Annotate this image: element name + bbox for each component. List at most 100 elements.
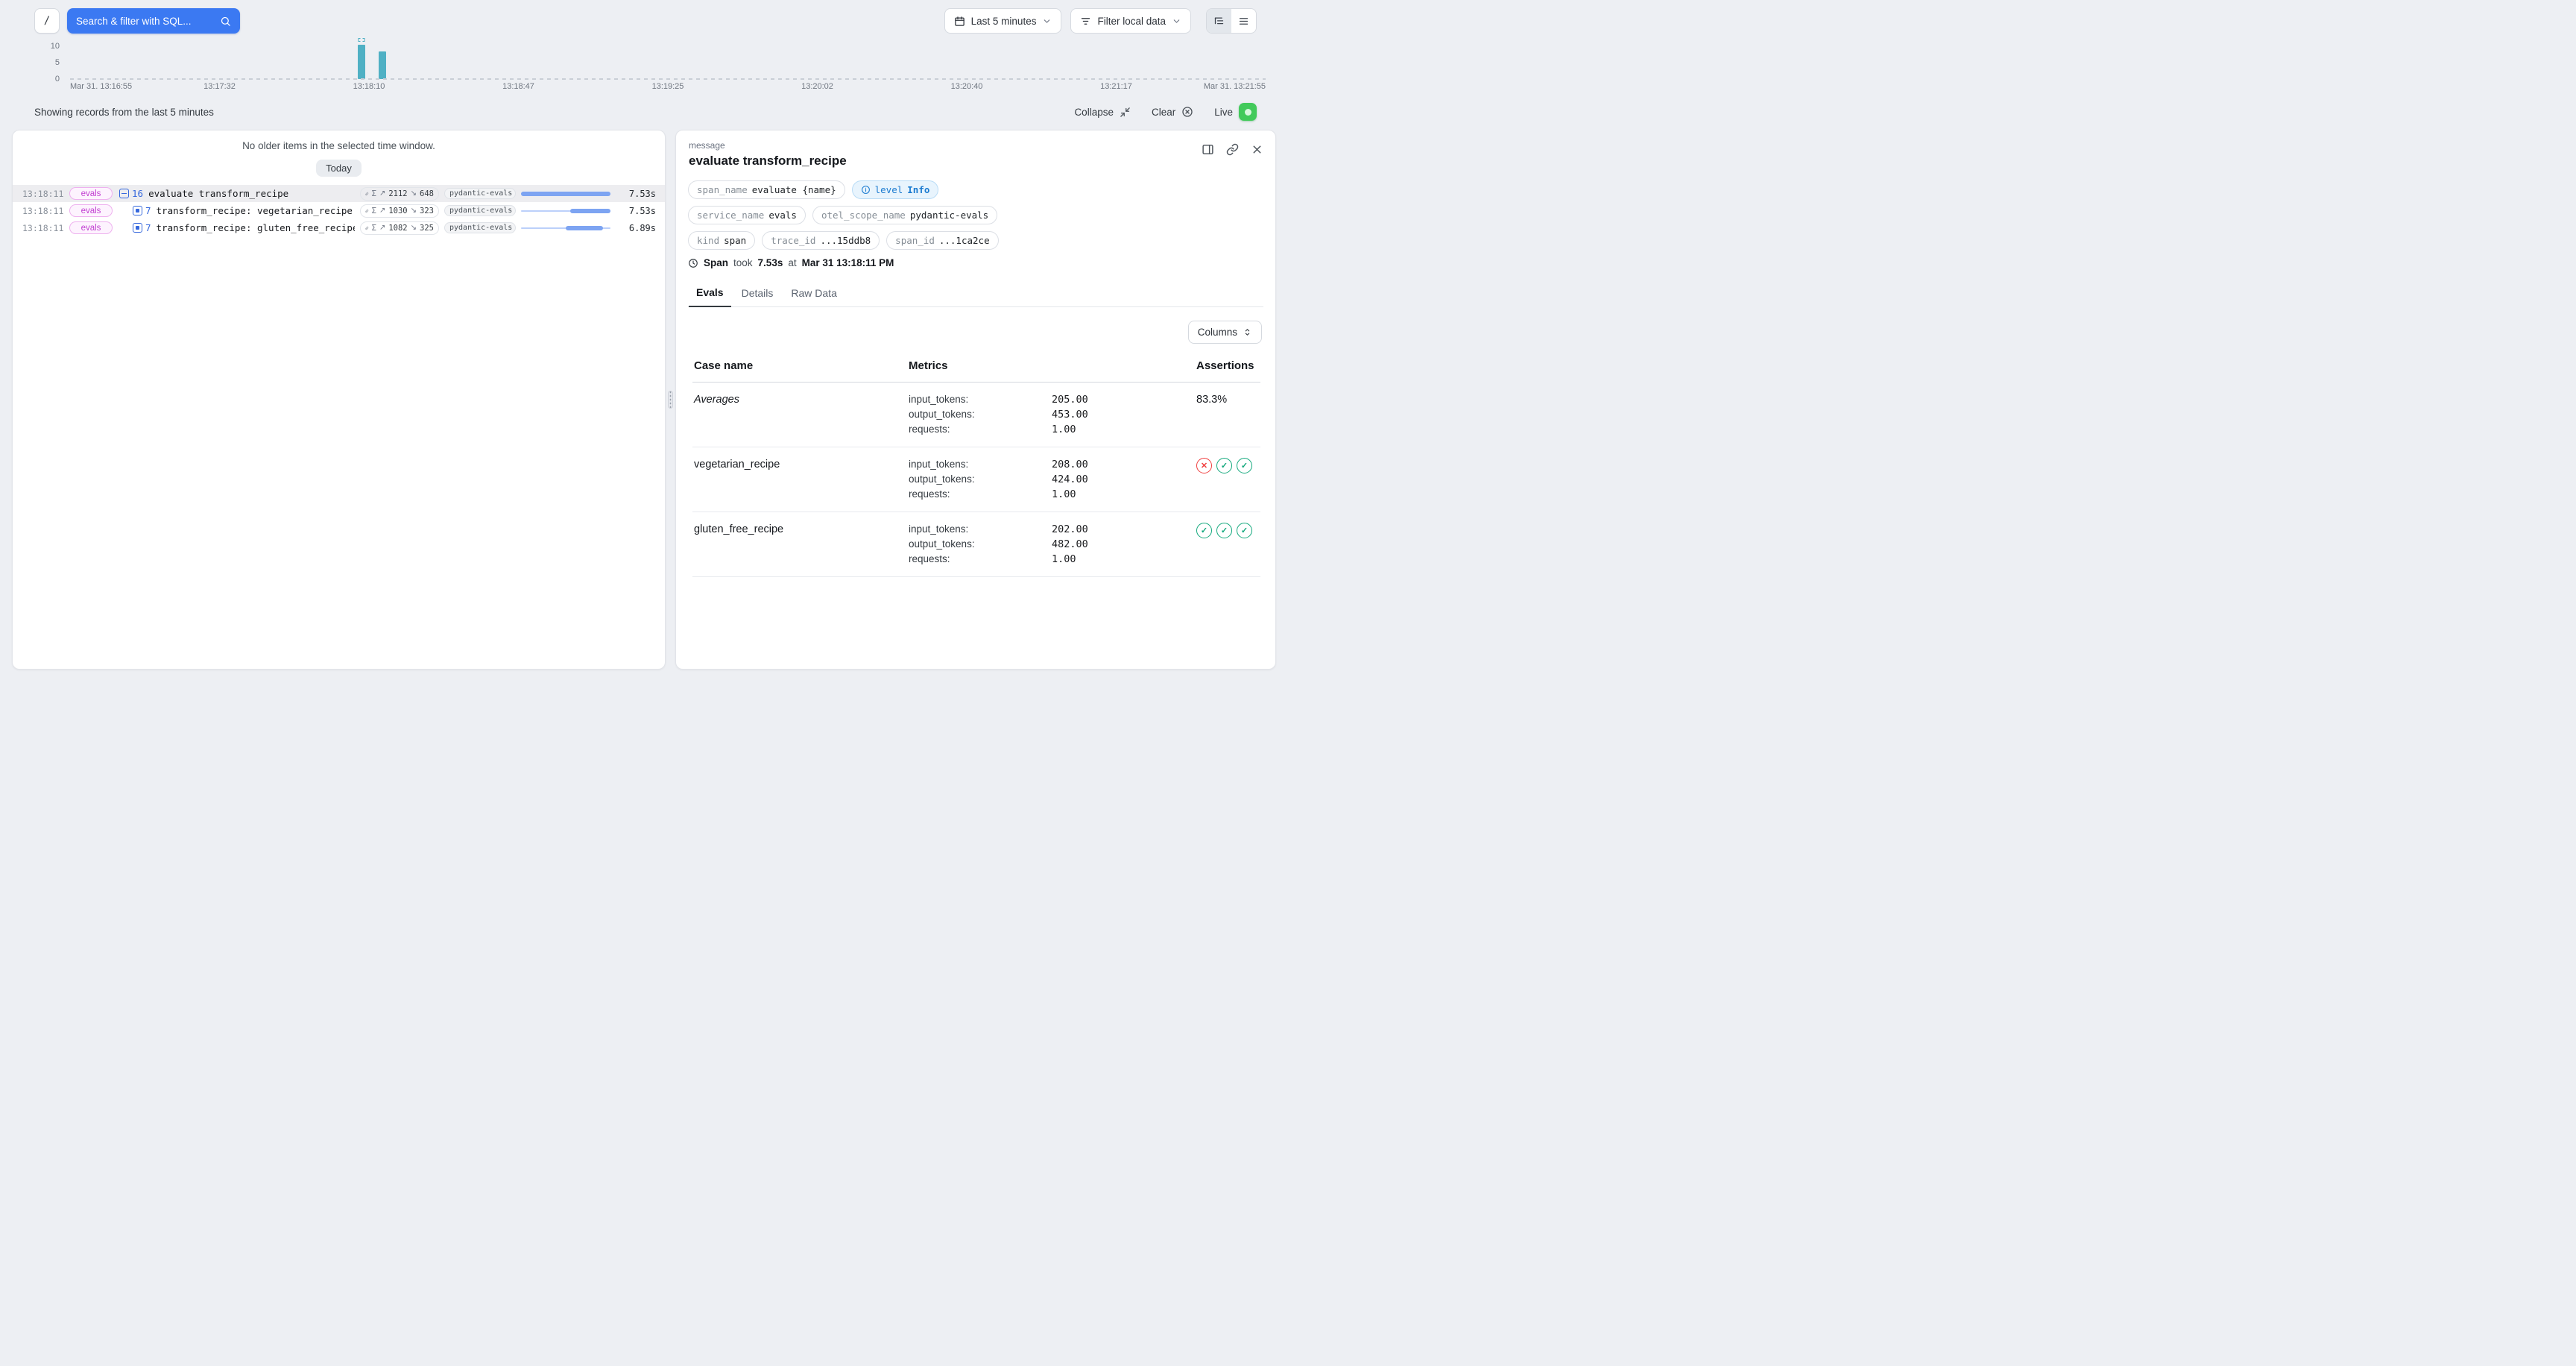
histogram-bar[interactable] <box>358 45 365 79</box>
output-tokens-count: 325 <box>420 224 434 233</box>
table-row-averages[interactable]: Averages input_tokens:205.00 output_toke… <box>692 383 1260 447</box>
tab-details[interactable]: Details <box>734 281 781 307</box>
trace-row-time: 13:18:11 <box>22 223 64 233</box>
attribute-value: evals <box>768 210 797 221</box>
live-toggle-button[interactable]: Live <box>1214 103 1257 121</box>
tree-view-icon <box>1213 16 1225 27</box>
live-indicator <box>1239 103 1257 121</box>
trace-row-time: 13:18:11 <box>22 206 64 216</box>
metric-label: requests: <box>909 552 1052 567</box>
attributes-paperclip-icon <box>365 207 369 215</box>
view-toggle <box>1206 8 1257 34</box>
calendar-icon <box>954 16 965 27</box>
activity-histogram: 10 5 0 Mar 31. 13:16:55 13:17:32 13:18:1… <box>0 42 1288 95</box>
child-count: 7 <box>145 205 151 216</box>
list-view-button[interactable] <box>1231 9 1256 33</box>
dock-panel-button[interactable] <box>1202 143 1214 156</box>
time-range-button[interactable]: Last 5 minutes <box>944 8 1062 34</box>
x-tick: 13:21:17 <box>1100 82 1132 91</box>
collapse-button[interactable]: Collapse <box>1074 107 1131 118</box>
live-dot-icon <box>1245 109 1251 116</box>
node-square-icon <box>133 206 142 215</box>
collapse-children-button[interactable]: 16 <box>119 188 143 199</box>
attribute-pill[interactable]: kind span <box>688 231 755 250</box>
trace-row[interactable]: 13:18:11 evals 16 evaluate transform_rec… <box>13 185 665 202</box>
scope-tag: pydantic-evals <box>444 205 516 216</box>
assertion-fail-icon: ✕ <box>1196 458 1212 473</box>
attribute-value: pydantic-evals <box>910 210 988 221</box>
trace-row[interactable]: 13:18:11 evals 7 transform_recipe: glute… <box>13 219 665 236</box>
assertion-pass-icon: ✓ <box>1237 523 1252 538</box>
collapse-icon <box>1120 107 1131 118</box>
column-header-case-name: Case name <box>694 359 909 372</box>
attribute-pill[interactable]: span_id ...1ca2ce <box>886 231 998 250</box>
table-row-case[interactable]: gluten_free_recipe input_tokens:202.00 o… <box>692 512 1260 577</box>
showing-records-text: Showing records from the last 5 minutes <box>34 107 214 118</box>
attribute-pill[interactable]: otel_scope_name pydantic-evals <box>812 206 997 224</box>
metrics-cell: input_tokens:202.00 output_tokens:482.00… <box>909 522 1196 567</box>
close-button[interactable] <box>1251 143 1263 156</box>
sql-search-label: Search & filter with SQL... <box>76 16 192 27</box>
attribute-value: evaluate {name} <box>752 184 836 195</box>
timing-at-word: at <box>788 257 796 268</box>
span-duration-bar <box>521 223 610 233</box>
metric-value: 1.00 <box>1052 552 1076 567</box>
metric-value: 482.00 <box>1052 537 1088 552</box>
x-tick: 13:19:25 <box>652 82 684 91</box>
x-tick: 13:20:40 <box>951 82 983 91</box>
level-pill[interactable]: level Info <box>852 180 939 199</box>
clear-label: Clear <box>1152 107 1175 118</box>
trace-row-time: 13:18:11 <box>22 189 64 199</box>
columns-button[interactable]: Columns <box>1188 321 1262 344</box>
input-tokens-count: 1030 <box>388 207 407 215</box>
attribute-pills: span_name evaluate {name} level Info ser… <box>688 180 1263 250</box>
case-name: Averages <box>694 392 909 406</box>
panel-splitter[interactable] <box>666 130 675 670</box>
trace-row[interactable]: 13:18:11 evals 7 transform_recipe: veget… <box>13 202 665 219</box>
minus-square-icon <box>119 189 129 198</box>
timing-took-word: took <box>733 257 753 268</box>
metric-value: 1.00 <box>1052 422 1076 437</box>
metrics-sigma-icon: Σ <box>372 224 376 233</box>
statusbar: Showing records from the last 5 minutes … <box>0 95 1288 130</box>
metric-value: 453.00 <box>1052 407 1088 422</box>
tree-view-button[interactable] <box>1207 9 1231 33</box>
slash-shortcut-button[interactable]: / <box>34 8 60 34</box>
input-tokens-count: 2112 <box>388 189 407 198</box>
attribute-pill[interactable]: span_name evaluate {name} <box>688 180 845 199</box>
timing-span-word: Span <box>704 257 728 268</box>
attribute-pill[interactable]: service_name evals <box>688 206 806 224</box>
y-tick: 5 <box>55 58 60 67</box>
scope-tag: pydantic-evals <box>444 188 516 199</box>
output-tokens-arrow-icon: ↘ <box>411 224 417 232</box>
table-row-case[interactable]: vegetarian_recipe input_tokens:208.00 ou… <box>692 447 1260 512</box>
filter-local-data-button[interactable]: Filter local data <box>1070 8 1191 34</box>
trace-row-tag[interactable]: evals <box>69 221 113 234</box>
y-tick: 10 <box>51 42 60 51</box>
expand-children-button[interactable]: 7 <box>133 222 151 233</box>
assertion-pass-icon: ✓ <box>1216 523 1232 538</box>
histogram-bar[interactable] <box>379 51 386 79</box>
expand-children-button[interactable]: 7 <box>133 205 151 216</box>
trace-row-tag[interactable]: evals <box>69 187 113 200</box>
span-detail-panel: message evaluate transform_recipe <box>675 130 1276 670</box>
attribute-value: Info <box>907 184 929 195</box>
metric-value: 1.00 <box>1052 487 1076 502</box>
copy-link-button[interactable] <box>1226 143 1239 156</box>
sql-search-button[interactable]: Search & filter with SQL... <box>67 8 240 34</box>
attribute-key: level <box>875 184 903 195</box>
tab-evals[interactable]: Evals <box>689 281 731 307</box>
columns-button-label: Columns <box>1198 327 1237 338</box>
metric-label: output_tokens: <box>909 537 1052 552</box>
attribute-key: span_name <box>697 184 748 195</box>
evals-table-header: Case name Metrics Assertions <box>692 350 1260 383</box>
child-count: 7 <box>145 222 151 233</box>
trace-row-tag[interactable]: evals <box>69 204 113 217</box>
input-tokens-count: 1082 <box>388 224 407 233</box>
case-name: gluten_free_recipe <box>694 522 909 535</box>
metrics-cell: input_tokens:208.00 output_tokens:424.00… <box>909 457 1196 502</box>
clear-button[interactable]: Clear <box>1152 106 1193 118</box>
histogram-plot[interactable] <box>70 43 1266 79</box>
attribute-pill[interactable]: trace_id ...15ddb8 <box>762 231 880 250</box>
tab-raw-data[interactable]: Raw Data <box>783 281 844 307</box>
